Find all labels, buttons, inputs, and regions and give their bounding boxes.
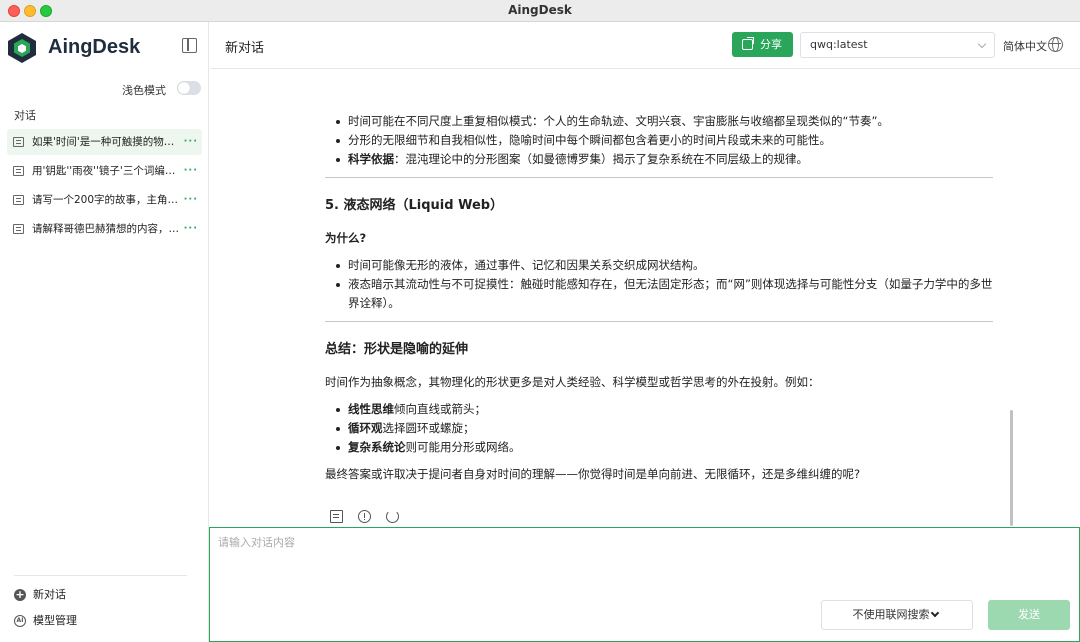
conversations-section-label: 对话 bbox=[14, 109, 36, 122]
chat-icon bbox=[13, 137, 24, 147]
assistant-message: 时间可能在不同尺度上重复相似模式：个人的生命轨迹、文明兴衰、宇宙膨胀与收缩都呈现… bbox=[325, 112, 993, 484]
share-button[interactable]: 分享 bbox=[732, 32, 793, 57]
share-icon bbox=[742, 37, 754, 50]
chat-input[interactable] bbox=[218, 534, 1068, 594]
model-select[interactable]: qwq:latest bbox=[800, 32, 995, 58]
bullet-list-summary: 线性思维倾向直线或箭头； 循环观选择圆环或螺旋； 复杂系统论则可能用分形或网络。 bbox=[325, 400, 993, 457]
regenerate-icon[interactable] bbox=[386, 510, 399, 523]
more-options-icon[interactable]: ··· bbox=[184, 129, 198, 155]
conversation-label: 请写一个200字的故事，主角是一只猫 bbox=[32, 194, 180, 206]
send-button[interactable]: 发送 bbox=[988, 600, 1070, 630]
divider bbox=[325, 321, 993, 322]
chat-header: 新对话 分享 qwq:latest 简体中文 bbox=[210, 22, 1080, 69]
chat-icon bbox=[13, 224, 24, 234]
sidebar-collapse-icon[interactable] bbox=[182, 38, 197, 53]
chat-icon bbox=[13, 166, 24, 176]
list-item: 线性思维倾向直线或箭头； bbox=[336, 400, 993, 419]
section-heading: 5. 液态网络（Liquid Web） bbox=[325, 198, 504, 213]
list-item: 循环观选择圆环或螺旋； bbox=[336, 419, 993, 438]
new-chat-button[interactable]: + 新对话 bbox=[14, 587, 66, 603]
conversation-label: 用'钥匙''雨夜''镜子'三个词编一个故事 bbox=[32, 165, 180, 177]
sidebar-divider bbox=[14, 575, 187, 576]
light-mode-label: 浅色模式 bbox=[122, 84, 166, 97]
language-selector[interactable]: 简体中文 bbox=[1003, 38, 1047, 54]
title-bar: AingDesk bbox=[0, 0, 1080, 22]
globe-icon[interactable] bbox=[1048, 37, 1063, 52]
conversation-item[interactable]: 请解释哥德巴赫猜想的内容，并举例说明 ··· bbox=[7, 216, 202, 242]
list-item: 时间可能在不同尺度上重复相似模式：个人的生命轨迹、文明兴衰、宇宙膨胀与收缩都呈现… bbox=[336, 112, 993, 131]
conversation-label: 如果'时间'是一种可触摸的物质，它会是什么形状？ bbox=[32, 136, 180, 148]
list-item: 科学依据：混沌理论中的分形图案（如曼德博罗集）揭示了复杂系统在不同层级上的规律。 bbox=[336, 150, 993, 169]
scrollbar[interactable] bbox=[1010, 410, 1013, 526]
conversation-list: 如果'时间'是一种可触摸的物质，它会是什么形状？ ··· 用'钥匙''雨夜''镜… bbox=[7, 129, 202, 245]
subheading: 为什么? bbox=[325, 231, 367, 245]
closing-paragraph: 最终答案或许取决于提问者自身对时间的理解——你觉得时间是单向前进、无限循环，还是… bbox=[325, 467, 861, 481]
list-item: 分形的无限细节和自我相似性，隐喻时间中每个瞬间都包含着更小的时间片段或未来的可能… bbox=[336, 131, 993, 150]
list-item: 复杂系统论则可能用分形或网络。 bbox=[336, 438, 993, 457]
more-options-icon[interactable]: ··· bbox=[184, 187, 198, 213]
divider bbox=[325, 177, 993, 178]
conversation-item[interactable]: 请写一个200字的故事，主角是一只猫 ··· bbox=[7, 187, 202, 213]
info-icon[interactable] bbox=[358, 510, 371, 523]
plus-circle-icon: + bbox=[14, 588, 26, 601]
page-title: 新对话 bbox=[225, 41, 265, 56]
conversation-item[interactable]: 如果'时间'是一种可触摸的物质，它会是什么形状？ ··· bbox=[7, 129, 202, 155]
chevron-down-icon bbox=[977, 39, 987, 49]
more-options-icon[interactable]: ··· bbox=[184, 158, 198, 184]
window-title: AingDesk bbox=[508, 3, 572, 17]
message-area[interactable]: 时间可能在不同尺度上重复相似模式：个人的生命轨迹、文明兴衰、宇宙膨胀与收缩都呈现… bbox=[210, 70, 1080, 527]
app-logo-icon bbox=[8, 33, 36, 63]
list-item: 时间可能像无形的液体，通过事件、记忆和因果关系交织成网状结构。 bbox=[336, 256, 993, 275]
bullet-list-top: 时间可能在不同尺度上重复相似模式：个人的生命轨迹、文明兴衰、宇宙膨胀与收缩都呈现… bbox=[325, 112, 993, 169]
app-name: AingDesk bbox=[48, 36, 141, 58]
web-search-label: 不使用联网搜索 bbox=[852, 608, 930, 621]
chevron-down-icon bbox=[930, 608, 940, 618]
chat-composer: 不使用联网搜索 发送 bbox=[209, 527, 1080, 642]
list-item: 液态暗示其流动性与不可捉摸性：触碰时能感知存在，但无法固定形态；而“网”则体现选… bbox=[336, 275, 993, 313]
model-management-label: 模型管理 bbox=[33, 614, 77, 627]
conversation-label: 请解释哥德巴赫猜想的内容，并举例说明 bbox=[32, 223, 180, 235]
new-chat-label: 新对话 bbox=[33, 588, 66, 601]
sidebar: AingDesk 浅色模式 对话 如果'时间'是一种可触摸的物质，它会是什么形状… bbox=[0, 22, 209, 642]
model-select-value: qwq:latest bbox=[810, 38, 868, 51]
summary-heading: 总结：形状是隐喻的延伸 bbox=[325, 342, 469, 357]
ai-model-icon: AI bbox=[14, 615, 26, 627]
light-mode-toggle[interactable] bbox=[177, 81, 201, 95]
more-options-icon[interactable]: ··· bbox=[184, 216, 198, 242]
conversation-item[interactable]: 用'钥匙''雨夜''镜子'三个词编一个故事 ··· bbox=[7, 158, 202, 184]
bullet-list-section5: 时间可能像无形的液体，通过事件、记忆和因果关系交织成网状结构。 液态暗示其流动性… bbox=[325, 256, 993, 313]
model-management-button[interactable]: AI 模型管理 bbox=[14, 613, 77, 629]
copy-document-icon[interactable] bbox=[330, 510, 343, 523]
web-search-dropdown[interactable]: 不使用联网搜索 bbox=[821, 600, 973, 630]
chat-icon bbox=[13, 195, 24, 205]
share-label: 分享 bbox=[760, 38, 782, 51]
summary-paragraph: 时间作为抽象概念，其物理化的形状更多是对人类经验、科学模型或哲学思考的外在投射。… bbox=[325, 375, 820, 389]
